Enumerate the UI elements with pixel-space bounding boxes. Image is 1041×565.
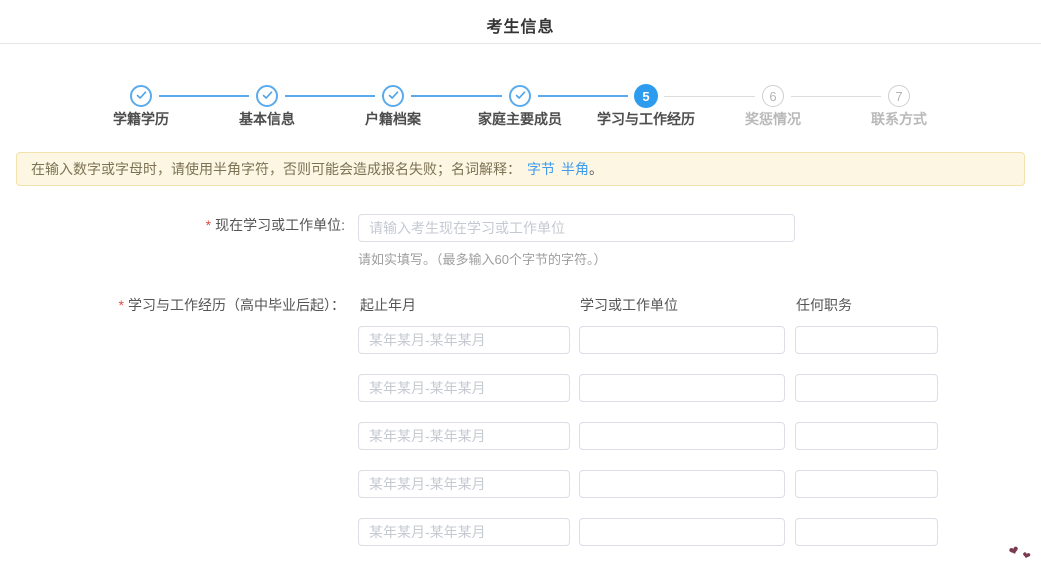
step-1-label: 学籍学历 [113,109,169,129]
check-icon [388,87,399,105]
page-title: 考生信息 [0,13,1041,37]
step-6-circle[interactable]: 6 [762,85,784,107]
step-connector [538,95,628,97]
experience-unit-input[interactable] [579,374,785,402]
step-5-number: 5 [642,89,649,104]
step-connector [664,96,755,97]
step-7-circle[interactable]: 7 [888,85,910,107]
notice-text: 在输入数字或字母时，请使用半角字符，否则可能会造成报名失败；名词解释： [31,159,521,179]
heart-icon: ❤ [1007,543,1021,559]
step-2-circle[interactable] [256,85,278,107]
step-1-circle[interactable] [130,85,152,107]
check-icon [262,87,273,105]
step-5-circle[interactable]: 5 [634,84,658,108]
step-7-number: 7 [895,89,902,104]
experience-duty-input[interactable] [795,326,938,354]
column-header-unit: 学习或工作单位 [580,295,678,315]
experience-period-input[interactable] [358,374,570,402]
step-3-label: 户籍档案 [365,109,421,129]
corner-hearts-decoration: ❤ ❤ [1009,544,1039,564]
step-4-label: 家庭主要成员 [478,109,562,129]
required-asterisk: * [119,297,124,313]
glossary-link-byte[interactable]: 字节 [527,159,555,179]
step-connector [791,96,881,97]
step-7-label: 联系方式 [871,109,927,129]
experience-period-input[interactable] [358,518,570,546]
column-header-duty: 任何职务 [796,295,852,315]
current-unit-label: *现在学习或工作单位: [0,215,345,235]
experience-duty-input[interactable] [795,374,938,402]
step-4-circle[interactable] [509,85,531,107]
check-icon [515,87,526,105]
notice-suffix: 。 [589,159,603,179]
glossary-link-halfwidth[interactable]: 半角 [561,159,589,179]
experience-unit-input[interactable] [579,422,785,450]
experience-duty-input[interactable] [795,422,938,450]
experience-unit-input[interactable] [579,326,785,354]
experience-duty-input[interactable] [795,470,938,498]
header-divider [0,43,1041,44]
check-icon [136,87,147,105]
step-connector [159,95,249,97]
step-3-circle[interactable] [382,85,404,107]
experience-unit-input[interactable] [579,470,785,498]
current-unit-input[interactable] [358,214,795,242]
candidate-info-page: 考生信息 5 6 7 学籍学历 基本信息 户籍档案 家庭主要成员 学习 [0,0,1041,565]
step-connector [285,95,375,97]
step-2-label: 基本信息 [239,109,295,129]
required-asterisk: * [206,217,211,233]
experience-label: *学习与工作经历（高中毕业后起）： [0,295,345,315]
experience-duty-input[interactable] [795,518,938,546]
experience-unit-input[interactable] [579,518,785,546]
step-6-number: 6 [769,89,776,104]
step-5-label: 学习与工作经历 [597,109,695,129]
experience-period-input[interactable] [358,422,570,450]
current-unit-help: 请如实填写。（最多输入60个字节的字符。） [358,249,606,268]
heart-icon: ❤ [1021,550,1031,563]
step-connector [411,95,502,97]
experience-period-input[interactable] [358,326,570,354]
halfwidth-notice-bar: 在输入数字或字母时，请使用半角字符，否则可能会造成报名失败；名词解释： 字节 半… [16,152,1025,186]
step-6-label: 奖惩情况 [745,109,801,129]
column-header-period: 起止年月 [360,295,416,315]
experience-period-input[interactable] [358,470,570,498]
